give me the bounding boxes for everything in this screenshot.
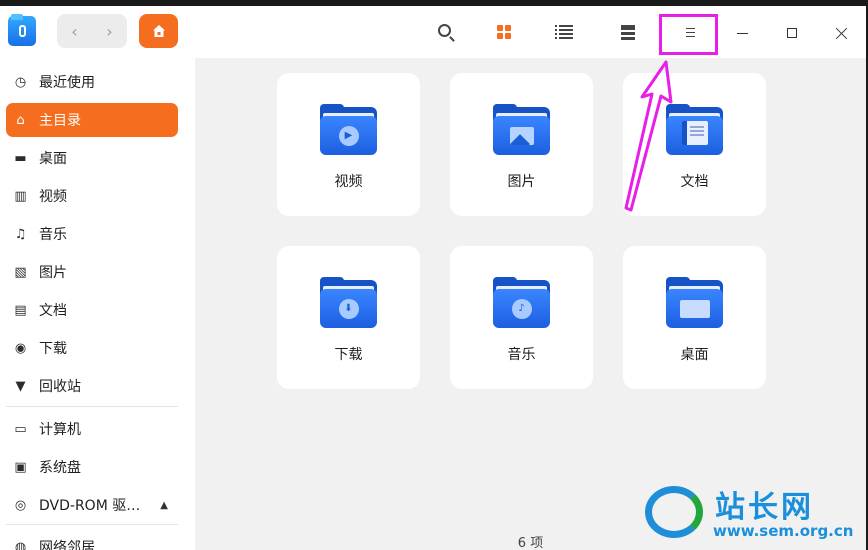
sidebar-item-music[interactable]: ♫ 音乐: [6, 217, 178, 251]
trash-icon: ▼: [15, 378, 26, 394]
list-view-icon: [555, 25, 573, 39]
file-view: ▶ 视频 图片 文档 ⬇ 下载 ♪ 音乐 桌面 6 项: [195, 58, 866, 550]
chevron-left-icon: ‹: [71, 21, 78, 41]
document-icon: ▤: [14, 302, 27, 318]
sidebar-item-network[interactable]: ◍ 网络邻居: [6, 530, 178, 550]
close-button[interactable]: [826, 18, 856, 48]
maximize-button[interactable]: [777, 18, 807, 48]
folder-label: 音乐: [507, 347, 536, 363]
chevron-right-icon: ›: [106, 21, 113, 41]
search-button[interactable]: [432, 18, 460, 46]
desktop-icon: ▬: [14, 150, 27, 166]
eject-icon[interactable]: ▲: [160, 500, 168, 511]
folder-tile-desktop[interactable]: 桌面: [623, 246, 766, 389]
folder-tile-downloads[interactable]: ⬇ 下载: [277, 246, 420, 389]
video-folder-icon: ▶: [320, 104, 377, 155]
sidebar-item-label: 音乐: [39, 227, 67, 243]
file-manager-icon: [8, 14, 36, 46]
folder-label: 文档: [680, 174, 709, 190]
sidebar-item-label: 图片: [39, 265, 67, 281]
folder-label: 视频: [334, 174, 363, 190]
music-folder-icon: ♪: [493, 277, 550, 328]
watermark-url: www.sem.org.cn: [713, 522, 854, 540]
document-folder-icon: [666, 104, 723, 155]
sidebar-item-recent[interactable]: ◷ 最近使用: [6, 65, 178, 99]
download-folder-icon: ⬇: [320, 277, 377, 328]
sidebar-item-label: 回收站: [39, 379, 81, 395]
sidebar-item-label: 计算机: [39, 422, 81, 438]
desktop-folder-icon: [666, 277, 723, 328]
music-icon: ♫: [14, 226, 27, 242]
annotation-highlight-box: [659, 14, 718, 55]
home-icon: ⌂: [16, 112, 25, 128]
tree-view-icon: [621, 24, 635, 40]
folder-tile-pictures[interactable]: 图片: [450, 73, 593, 216]
folder-tile-videos[interactable]: ▶ 视频: [277, 73, 420, 216]
sidebar-item-trash[interactable]: ▼ 回收站: [6, 369, 178, 403]
list-view-button[interactable]: [550, 18, 578, 46]
sidebar-item-label: 桌面: [39, 151, 67, 167]
maximize-icon: [787, 28, 797, 38]
minimize-icon: [736, 32, 748, 34]
back-button[interactable]: ‹: [57, 14, 92, 48]
download-icon: ◉: [14, 340, 27, 356]
sidebar-divider: [6, 406, 178, 407]
title-bar: ‹ ›: [0, 6, 866, 58]
icon-view-button[interactable]: [490, 18, 518, 46]
sidebar-item-home[interactable]: ⌂ 主目录: [6, 103, 178, 137]
sidebar-item-desktop[interactable]: ▬ 桌面: [6, 141, 178, 175]
forward-button[interactable]: ›: [92, 14, 127, 48]
network-icon: ◍: [14, 539, 27, 550]
home-icon: [152, 25, 165, 37]
navigation-buttons: ‹ ›: [57, 14, 127, 48]
icon-view-icon: [497, 25, 511, 39]
computer-icon: ▭: [14, 421, 27, 437]
picture-folder-icon: [493, 104, 550, 155]
minimize-button[interactable]: [727, 18, 757, 48]
sidebar-item-dvd-rom[interactable]: ◎ DVD-ROM 驱… ▲: [6, 488, 178, 522]
folder-label: 图片: [507, 174, 536, 190]
sidebar-item-label: 最近使用: [39, 75, 95, 91]
folder-tile-music[interactable]: ♪ 音乐: [450, 246, 593, 389]
tree-view-button[interactable]: [614, 18, 642, 46]
sidebar-item-label: 网络邻居: [39, 540, 95, 550]
sidebar-item-computer[interactable]: ▭ 计算机: [6, 412, 178, 446]
picture-icon: ▧: [14, 264, 27, 280]
watermark: 站长网 www.sem.org.cn: [635, 482, 865, 544]
sidebar-item-label: 文档: [39, 303, 67, 319]
search-icon: [437, 23, 451, 37]
sidebar-item-system-disk[interactable]: ▣ 系统盘: [6, 450, 178, 484]
sidebar-item-downloads[interactable]: ◉ 下载: [6, 331, 178, 365]
breadcrumb-home-button[interactable]: [139, 14, 178, 48]
sidebar-item-pictures[interactable]: ▧ 图片: [6, 255, 178, 289]
optical-disc-icon: ◎: [14, 497, 27, 513]
file-manager-window: ‹ › ◷ 最近使用 ⌂ 主目录 ▬ 桌面 ▥ 视频 ♫ 音乐 ▧ 图片 ▤ 文…: [0, 6, 866, 550]
sidebar-item-label: 视频: [39, 189, 67, 205]
folder-tile-documents[interactable]: 文档: [623, 73, 766, 216]
sidebar-item-label: 主目录: [39, 113, 81, 129]
folder-label: 下载: [334, 347, 363, 363]
folder-label: 桌面: [680, 347, 709, 363]
sidebar-item-documents[interactable]: ▤ 文档: [6, 293, 178, 327]
sidebar-item-video[interactable]: ▥ 视频: [6, 179, 178, 213]
sidebar-item-label: 系统盘: [39, 460, 81, 476]
close-icon: [835, 27, 848, 40]
video-icon: ▥: [14, 188, 27, 204]
sidebar-divider: [6, 524, 178, 525]
sidebar-item-label: 下载: [39, 341, 67, 357]
disk-icon: ▣: [14, 459, 27, 475]
sidebar-item-label: DVD-ROM 驱…: [39, 498, 141, 514]
sidebar: ◷ 最近使用 ⌂ 主目录 ▬ 桌面 ▥ 视频 ♫ 音乐 ▧ 图片 ▤ 文档 ◉ 下载 ▼ 回收站 …: [0, 58, 195, 550]
watermark-logo-icon: [645, 486, 703, 538]
clock-icon: ◷: [14, 74, 27, 90]
watermark-title: 站长网: [715, 490, 814, 525]
